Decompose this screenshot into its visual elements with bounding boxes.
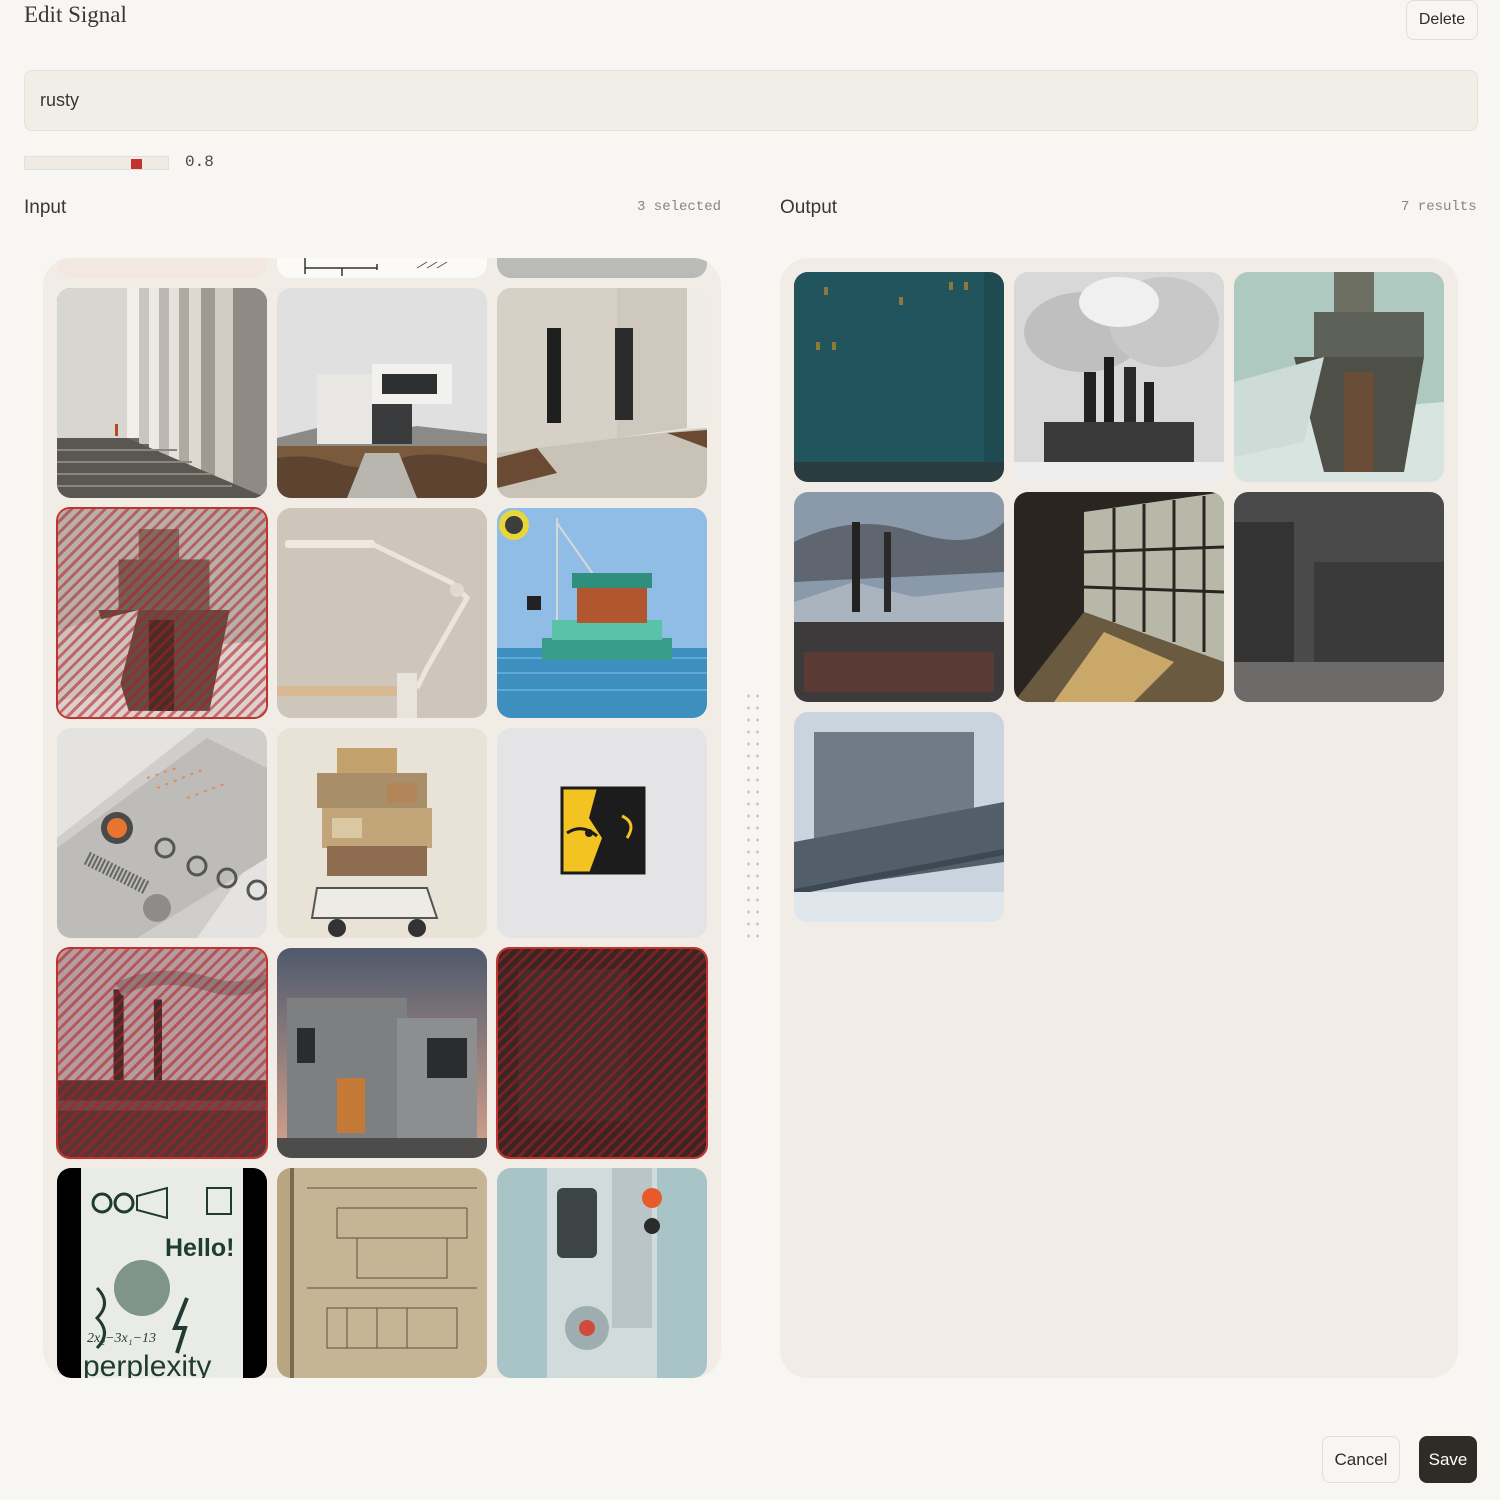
image-tile[interactable]: [57, 258, 267, 278]
result-tile[interactable]: [1014, 492, 1224, 702]
image-tile[interactable]: [277, 1168, 487, 1378]
image-tile[interactable]: [277, 508, 487, 718]
save-button[interactable]: Save: [1419, 1436, 1477, 1483]
image-content: [497, 508, 707, 718]
signal-query-field[interactable]: rusty: [24, 70, 1478, 131]
result-tile[interactable]: [794, 712, 1004, 922]
image-tile[interactable]: [497, 288, 707, 498]
image-tile-selected[interactable]: [56, 507, 268, 719]
image-tile[interactable]: [497, 508, 707, 718]
image-tile[interactable]: [57, 288, 267, 498]
image-content: [1014, 272, 1224, 482]
image-content: [497, 728, 707, 938]
image-tile[interactable]: [277, 948, 487, 1158]
image-content: [794, 492, 1004, 702]
page-title: Edit Signal: [24, 2, 127, 27]
output-section-title: Output: [780, 197, 838, 218]
cancel-button[interactable]: Cancel: [1322, 1436, 1400, 1483]
image-content: Hello! 2x₂−3x₁−13 perplexity: [57, 1168, 267, 1378]
image-tile-selected[interactable]: [56, 947, 268, 1159]
image-tile[interactable]: Hello! 2x₂−3x₁−13 perplexity: [57, 1168, 267, 1378]
image-tile[interactable]: [277, 728, 487, 938]
image-content: [794, 272, 1004, 482]
selected-overlay: [498, 949, 706, 1157]
output-image-grid: [780, 258, 1458, 1378]
weight-slider-thumb[interactable]: [130, 159, 142, 169]
poster-brand-text: perplexity: [83, 1350, 211, 1378]
poster-hello-text: Hello!: [165, 1234, 234, 1262]
input-section-title: Input: [24, 197, 67, 218]
image-content: [794, 712, 1004, 922]
result-tile[interactable]: [1014, 272, 1224, 482]
image-content: [1234, 492, 1444, 702]
delete-button[interactable]: Delete: [1406, 0, 1478, 40]
poster-formula-text: 2x₂−3x₁−13: [87, 1331, 156, 1346]
image-tile[interactable]: [57, 728, 267, 938]
image-tile[interactable]: [277, 288, 487, 498]
result-tile[interactable]: [1234, 492, 1444, 702]
image-tile[interactable]: [497, 1168, 707, 1378]
image-content: [497, 1168, 707, 1378]
image-content: [277, 288, 487, 498]
selected-overlay: [58, 509, 266, 717]
result-tile[interactable]: [794, 272, 1004, 482]
image-content: [277, 948, 487, 1158]
image-tile[interactable]: [497, 258, 707, 278]
weight-value: 0.8: [185, 153, 214, 171]
image-content: [1014, 492, 1224, 702]
weight-slider[interactable]: [24, 156, 169, 170]
image-content: [277, 1168, 487, 1378]
image-content: [304, 258, 448, 276]
image-tile[interactable]: [277, 258, 487, 278]
image-content: [497, 288, 707, 498]
output-results-count: 7 results: [1401, 199, 1477, 215]
image-content: [1234, 272, 1444, 482]
image-tile[interactable]: [497, 728, 707, 938]
input-image-grid[interactable]: Hello! 2x₂−3x₁−13 perplexity: [43, 258, 721, 1378]
result-tile[interactable]: [794, 492, 1004, 702]
image-content: [277, 508, 487, 718]
image-content: [57, 728, 267, 938]
result-tile[interactable]: [1234, 272, 1444, 482]
selected-overlay: [58, 949, 266, 1157]
panel-resize-handle[interactable]: [744, 690, 762, 940]
image-content: [277, 728, 487, 938]
input-selected-count: 3 selected: [637, 199, 722, 215]
image-tile-selected[interactable]: [496, 947, 708, 1159]
image-content: [57, 288, 267, 498]
